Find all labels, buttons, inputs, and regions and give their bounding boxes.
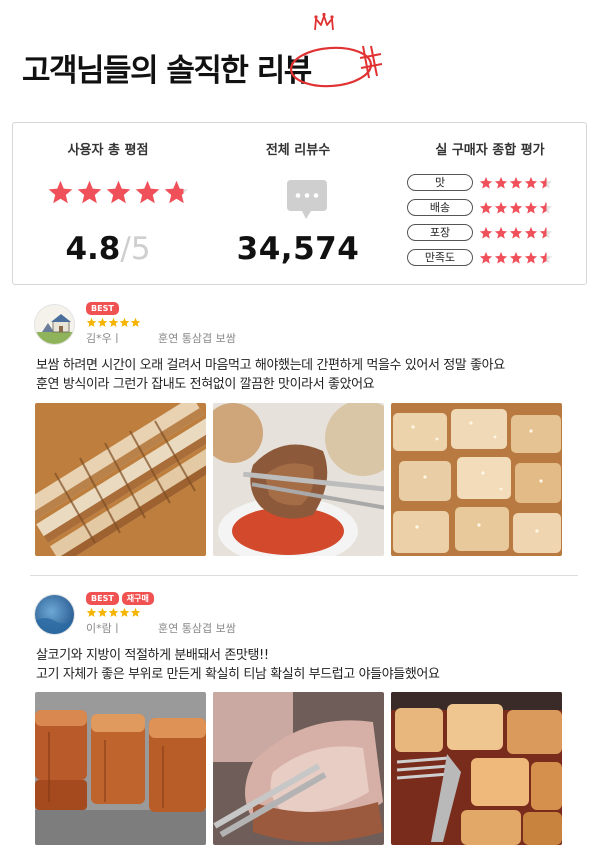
badge-list: BEST 재구매 — [86, 592, 154, 605]
star-icon — [108, 607, 119, 617]
star-icon — [119, 607, 130, 617]
category-label: 배송 — [407, 199, 473, 216]
category-row-packaging: 포장 — [407, 220, 553, 245]
review-stars — [86, 607, 141, 618]
review-stars — [86, 317, 141, 328]
badge-list: BEST — [86, 302, 119, 315]
rating-max: /5 — [120, 231, 151, 267]
review-photo[interactable] — [35, 403, 206, 556]
reviewer-name: 이*람ㅣ — [86, 622, 122, 635]
star-icon — [494, 251, 508, 264]
overall-rating-section: 사용자 총 평점 4.8/5 — [13, 123, 203, 284]
star-icon — [524, 201, 538, 214]
review-text-line: 보쌈 하려면 시간이 오래 걸려서 마음먹고 해야했는데 간편하게 먹을수 있어… — [36, 358, 505, 373]
hand-drawn-circle-icon — [289, 45, 383, 88]
speech-bubble-icon — [287, 180, 327, 219]
star-icon — [48, 180, 73, 204]
star-icon — [494, 226, 508, 239]
star-icon — [479, 176, 493, 189]
star-icon — [509, 226, 523, 239]
review-text-line: 훈연 방식이라 그런가 잡내도 전혀없이 깔끔한 맛이라서 좋았어요 — [36, 377, 375, 392]
star-icon — [524, 226, 538, 239]
category-stars — [479, 176, 553, 190]
rating-summary-panel: 사용자 총 평점 4.8/5 전체 리뷰수 34,574 실 구매자 종합 평가… — [12, 122, 587, 285]
category-row-satisfaction: 만족도 — [407, 245, 553, 270]
rating-score: 4.8/5 — [13, 231, 203, 267]
title-prefix: 고객님들의 솔직한 — [22, 53, 257, 89]
category-row-taste: 맛 — [407, 170, 553, 195]
category-row-delivery: 배송 — [407, 195, 553, 220]
review-photos — [35, 692, 562, 845]
best-badge: BEST — [86, 592, 119, 605]
category-label: 맛 — [407, 174, 473, 191]
star-icon — [479, 226, 493, 239]
category-stars — [479, 201, 553, 215]
review-text: 보쌈 하려면 시간이 오래 걸려서 마음먹고 해야했는데 간편하게 먹을수 있어… — [36, 356, 505, 394]
page-header: 고객님들의 솔직한 리뷰 — [0, 0, 600, 112]
review-photo[interactable] — [35, 692, 206, 845]
star-icon — [97, 607, 108, 617]
star-icon — [509, 176, 523, 189]
avatar — [34, 304, 75, 345]
star-icon — [494, 201, 508, 214]
star-icon — [86, 607, 97, 617]
star-icon — [524, 251, 538, 264]
rating-stars — [47, 179, 190, 206]
review-photo[interactable] — [391, 692, 562, 845]
review-count-section: 전체 리뷰수 34,574 — [203, 123, 393, 284]
star-icon — [509, 251, 523, 264]
avatar — [34, 594, 75, 635]
star-icon — [539, 226, 553, 239]
review-text-line: 고기 자체가 좋은 부위로 만든게 확실히 티남 확실히 부드럽고 야들야들했어… — [36, 667, 440, 682]
best-badge: BEST — [86, 302, 119, 315]
review-text: 살코기와 지방이 적절하게 분배돼서 존맛탱!! 고기 자체가 좋은 부위로 만… — [36, 646, 440, 684]
review-photos — [35, 403, 562, 556]
rating-value: 4.8 — [65, 231, 121, 267]
star-icon — [539, 251, 553, 264]
star-icon — [539, 201, 553, 214]
star-icon — [479, 251, 493, 264]
review-photo[interactable] — [213, 403, 384, 556]
category-rating-label: 실 구매자 종합 평가 — [435, 143, 545, 158]
star-icon — [97, 317, 108, 327]
star-icon — [77, 180, 102, 204]
star-icon — [130, 317, 141, 327]
review-count-value: 34,574 — [236, 231, 360, 267]
star-icon — [509, 201, 523, 214]
star-icon — [479, 201, 493, 214]
category-label: 포장 — [407, 224, 473, 241]
star-icon — [106, 180, 131, 204]
review-photo[interactable] — [213, 692, 384, 845]
star-icon — [494, 176, 508, 189]
star-icon — [135, 180, 160, 204]
review-photo[interactable] — [391, 403, 562, 556]
star-icon — [539, 176, 553, 189]
crown-icon — [314, 12, 334, 31]
reviewer-name: 김*우ㅣ — [86, 332, 122, 345]
category-rating-section: 실 구매자 종합 평가 맛 배송 포장 만족도 — [393, 123, 587, 284]
category-label: 만족도 — [407, 249, 473, 266]
review-count-label: 전체 리뷰수 — [265, 143, 331, 158]
category-list: 맛 배송 포장 만족도 — [407, 170, 553, 270]
star-icon — [524, 176, 538, 189]
review-divider — [30, 575, 578, 576]
star-icon — [119, 317, 130, 327]
category-stars — [479, 251, 553, 265]
repurchase-badge: 재구매 — [121, 592, 154, 605]
category-stars — [479, 226, 553, 240]
star-icon — [130, 607, 141, 617]
page-title: 고객님들의 솔직한 리뷰 — [22, 45, 312, 90]
rating-label: 사용자 총 평점 — [67, 143, 149, 158]
star-icon — [164, 180, 189, 204]
review-text-line: 살코기와 지방이 적절하게 분배돼서 존맛탱!! — [36, 648, 269, 663]
star-icon — [108, 317, 119, 327]
star-icon — [86, 317, 97, 327]
product-name: 훈연 통삼겹 보쌈 — [158, 332, 236, 345]
product-name: 훈연 통삼겹 보쌈 — [158, 622, 236, 635]
